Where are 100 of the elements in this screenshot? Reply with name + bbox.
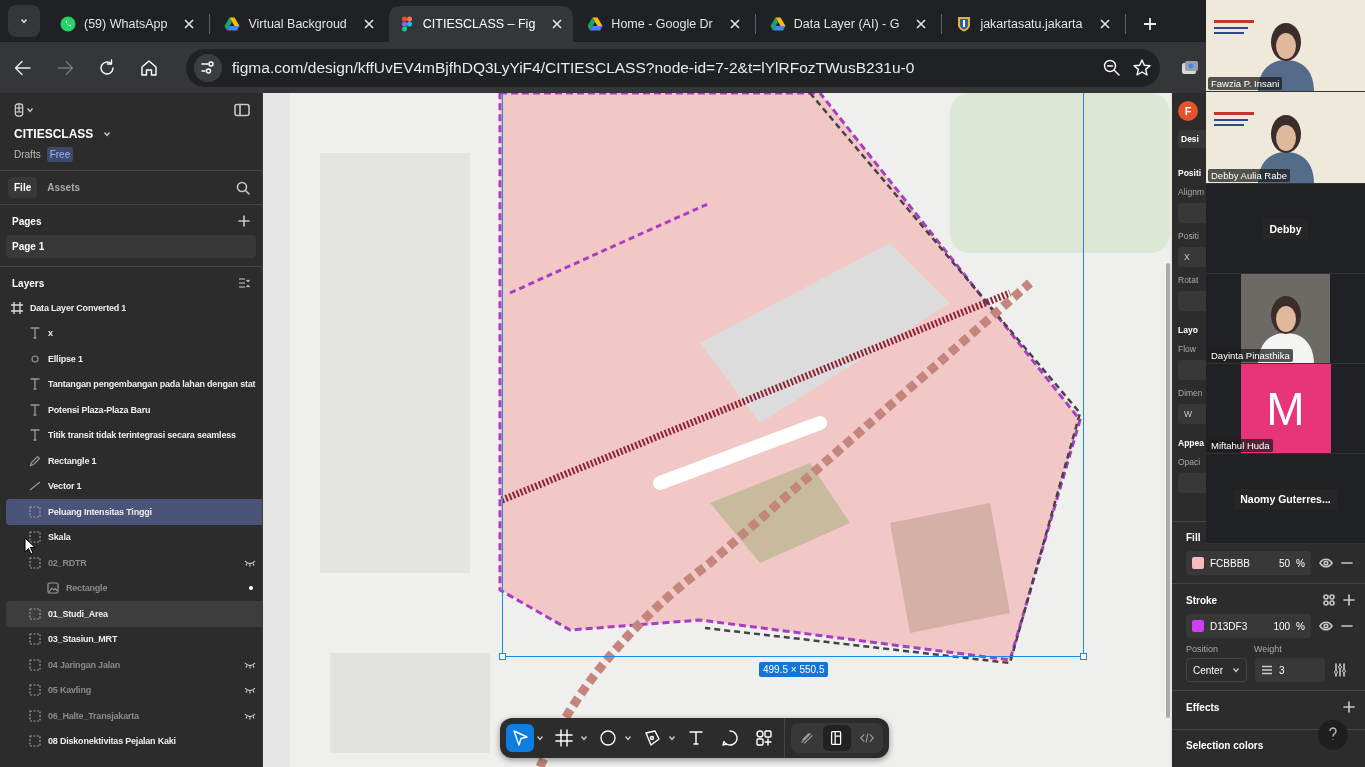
field-label: Position [1186,644,1220,654]
caret-icon[interactable] [580,734,588,742]
stroke-color-field[interactable]: D13DF3 100 % [1186,614,1311,638]
figma-menu-icon[interactable] [14,103,24,117]
layer-item[interactable]: Tantangan pengembangan pada lahan dengan stat [6,371,262,397]
group-icon [28,555,42,570]
layer-item[interactable]: Rectangle 1 [6,448,262,474]
layer-item[interactable]: 03_Stasiun_MRT [6,626,262,652]
layer-item[interactable]: x [6,320,262,346]
caret-icon[interactable] [103,130,112,138]
close-icon[interactable] [551,18,564,30]
layer-item[interactable]: Data Layer Converted 1 [6,295,262,321]
text-layer-icon [28,377,42,392]
page-item[interactable]: Page 1 [6,235,256,258]
resize-handle[interactable] [1080,653,1087,660]
scrollbar[interactable] [1166,263,1170,718]
layer-item[interactable]: 08 Diskonektivitas Pejalan Kaki [6,728,262,754]
hidden-eye-icon[interactable] [244,558,256,567]
caret-icon[interactable] [536,734,544,742]
layer-item[interactable]: 02_RDTR [6,550,262,576]
mode-button[interactable] [823,725,851,751]
visibility-eye-icon[interactable] [1319,621,1333,631]
zoom-icon[interactable] [1102,57,1122,78]
browser-tab[interactable]: Home - Google Dr [577,6,751,42]
close-icon[interactable] [183,18,196,30]
text-layer-icon [28,326,42,341]
fill-color-field[interactable]: FCBBBB 50 % [1186,551,1311,575]
position-dropdown[interactable]: Center [1186,658,1247,682]
color-swatch[interactable] [1192,557,1204,569]
user-avatar[interactable]: F [1178,101,1198,121]
browser-tab[interactable]: Virtual Backgroud [214,6,385,42]
caret-icon[interactable] [1232,666,1240,674]
input-field[interactable]: X [1178,247,1206,267]
design-tab[interactable]: Desi [1178,130,1206,148]
search-icon[interactable] [236,180,250,195]
layer-item[interactable]: Ellipse 1 [6,346,262,372]
style-grid-icon[interactable] [1323,594,1335,606]
close-icon[interactable] [728,18,741,30]
add-icon[interactable] [1343,701,1355,713]
browser-tab[interactable]: jakartasatu.jakarta [946,6,1121,42]
panel-tab[interactable]: File [8,177,38,198]
layer-item[interactable]: 01_Studi_Area [6,601,262,627]
help-icon[interactable] [1328,726,1338,741]
weight-field[interactable]: 3 [1255,658,1325,682]
section-title: Selection colors [1186,740,1264,751]
group-icon [28,632,42,647]
drive-icon [587,16,604,32]
caret-icon[interactable] [20,17,28,25]
text-layer-icon [28,402,42,417]
section-title: Effects [1186,701,1220,713]
field-label: Positi [1178,231,1200,241]
site-settings-icon[interactable] [200,59,216,76]
input-field[interactable] [1178,291,1206,311]
color-swatch[interactable] [1192,620,1204,632]
resize-handle[interactable] [499,653,506,660]
panel-tab[interactable]: Assets [41,177,87,198]
group-icon [28,683,42,698]
layer-item[interactable]: Vector 1 [6,473,262,499]
hidden-eye-icon[interactable] [244,711,256,720]
layer-item[interactable]: Skala [6,524,262,550]
sidebar-toggle-icon[interactable] [234,103,250,117]
plan-badge: Free [46,147,74,162]
section-title: Layers [12,277,45,289]
input-field[interactable] [1178,473,1206,493]
stroke-settings-icon[interactable] [1333,663,1347,677]
close-icon[interactable] [362,18,375,30]
layer-item[interactable]: Peluang Intensitas Tinggi [6,499,262,525]
add-icon[interactable] [1343,594,1355,606]
hidden-eye-icon[interactable] [244,686,256,695]
visibility-eye-icon[interactable] [1319,558,1333,568]
pencil-icon [28,453,42,468]
layer-item[interactable]: 04 Jaringan Jalan [6,652,262,678]
collapse-layers-icon[interactable] [238,277,250,289]
layer-item[interactable]: Titik transit tidak terintegrasi secara seamless [6,422,262,448]
layer-item[interactable]: Rectangle [6,575,262,601]
new-tab-icon[interactable] [1141,16,1158,32]
section-title: Positi [1178,168,1203,178]
field-label: Weight [1254,644,1282,654]
input-field[interactable]: W [1178,404,1206,424]
field-label: Dimen [1178,388,1204,398]
bookmark-star-icon[interactable] [1132,57,1152,78]
section-title: Pages [12,215,42,227]
close-icon[interactable] [915,18,928,30]
layer-item[interactable]: Potensi Plaza-Plaza Baru [6,397,262,423]
layer-item[interactable]: 05 Kavling [6,677,262,703]
browser-tab[interactable]: (59) WhatsApp [50,6,206,42]
group-icon [28,657,42,672]
browser-tab[interactable]: Data Layer (AI) - G [759,6,938,42]
caret-icon[interactable] [668,734,676,742]
layer-item[interactable]: 06_Halte_Transjakarta [6,703,262,729]
section-title: Fill [1186,532,1201,543]
close-icon[interactable] [1098,18,1111,30]
caret-icon[interactable] [624,734,632,742]
caret-icon[interactable] [26,106,34,114]
section-title: Stroke [1186,594,1218,606]
browser-tab[interactable]: CITIESCLASS – Fig [388,6,574,42]
hidden-eye-icon[interactable] [244,660,256,669]
add-page-icon[interactable] [238,215,250,227]
address-bar[interactable]: figma.com/design/kffUvEV4mBjfhDQ3LyYiF4/CITIESCLASS?node-id=7-2&t=lYlRFozTWusB231u-0 [186,48,1160,87]
file-name[interactable]: CITIESCLASS [14,127,94,141]
